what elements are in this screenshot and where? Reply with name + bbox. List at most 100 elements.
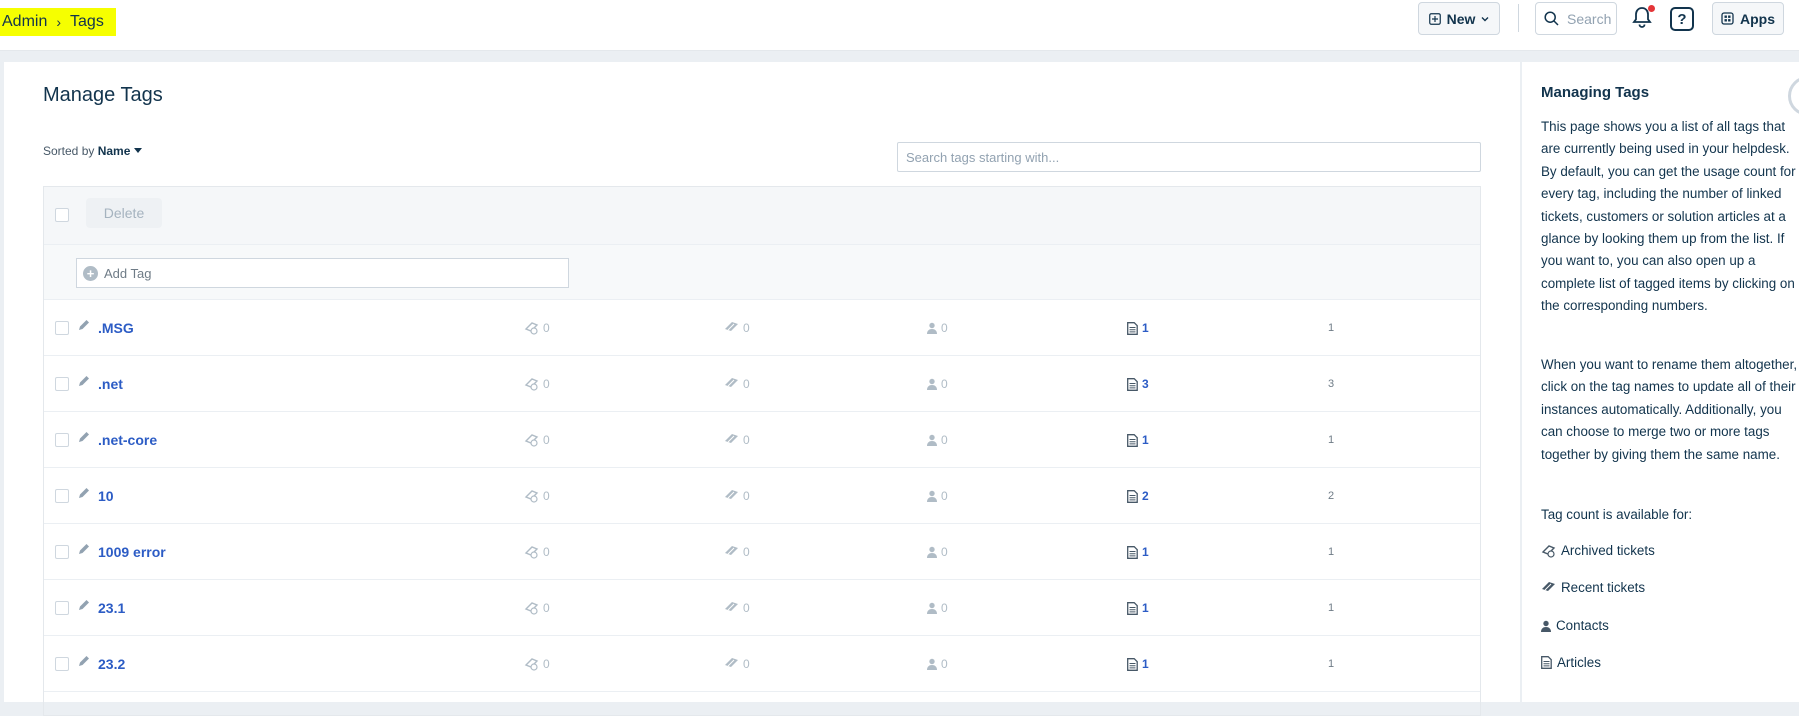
edit-tag-button[interactable] (78, 543, 90, 558)
edit-tag-button[interactable] (78, 599, 90, 614)
tag-name-link[interactable]: 23.2 (98, 656, 125, 672)
contacts-count[interactable]: 0 (927, 545, 948, 559)
apps-button[interactable]: Apps (1712, 2, 1784, 35)
row-checkbox[interactable] (55, 489, 69, 503)
recent-count[interactable]: 0 (724, 545, 750, 559)
contacts-count[interactable]: 0 (927, 433, 948, 447)
new-button-label: New (1446, 10, 1476, 27)
articles-count[interactable]: 1 (1127, 545, 1149, 559)
archived-count-value: 0 (543, 545, 550, 559)
contacts-count[interactable]: 0 (927, 321, 948, 335)
top-bar: Admin › Tags New Search ? Apps (0, 0, 1799, 51)
archived-count[interactable]: 0 (524, 433, 550, 447)
legend-archived-label: Archived tickets (1561, 543, 1655, 558)
sidebar-toggle-button[interactable] (1788, 76, 1799, 116)
recent-count[interactable]: 0 (724, 377, 750, 391)
tag-name-link[interactable]: 1009 error (98, 544, 166, 560)
archived-count[interactable]: 0 (524, 377, 550, 391)
recent-ticket-icon (1542, 581, 1555, 591)
recent-count[interactable]: 0 (724, 489, 750, 503)
row-checkbox[interactable] (55, 545, 69, 559)
row-checkbox[interactable] (55, 657, 69, 671)
archived-count[interactable]: 0 (524, 657, 550, 671)
recent-count[interactable]: 0 (724, 433, 750, 447)
article-icon (1127, 489, 1138, 503)
articles-count[interactable]: 1 (1127, 321, 1149, 335)
total-count: 1 (1328, 658, 1335, 670)
articles-count[interactable]: 2 (1127, 489, 1149, 503)
recent-ticket-icon (725, 658, 738, 667)
tag-search-input[interactable] (897, 142, 1481, 172)
legend-articles-label: Articles (1557, 655, 1601, 670)
article-icon (1127, 433, 1138, 447)
table-row: 1009 error 0 0 0 1 1 (44, 524, 1480, 580)
breadcrumb-admin-link[interactable]: Admin (2, 13, 47, 31)
sort-control[interactable]: Sorted by Name (43, 144, 143, 158)
edit-tag-button[interactable] (78, 319, 90, 334)
global-search-button[interactable]: Search (1535, 2, 1617, 35)
article-icon (1127, 545, 1138, 559)
help-button[interactable]: ? (1670, 7, 1694, 31)
archived-count[interactable]: 0 (524, 601, 550, 615)
sort-value: Name (97, 144, 131, 158)
contact-icon (927, 378, 937, 390)
edit-tag-button[interactable] (78, 655, 90, 670)
recent-count[interactable]: 0 (724, 321, 750, 335)
contacts-count-value: 0 (941, 545, 948, 559)
main-panel: Manage Tags Sorted by Name Delete + Add … (4, 62, 1520, 716)
contacts-count[interactable]: 0 (927, 657, 948, 671)
add-tag-row: + Add Tag (44, 245, 1480, 300)
row-checkbox[interactable] (55, 321, 69, 335)
tag-name-link[interactable]: .net (98, 376, 123, 392)
articles-count[interactable]: 1 (1127, 657, 1149, 671)
row-checkbox[interactable] (55, 433, 69, 447)
articles-count[interactable]: 1 (1127, 601, 1149, 615)
archived-ticket-icon (524, 490, 539, 503)
recent-count[interactable]: 0 (724, 601, 750, 615)
recent-count-value: 0 (743, 657, 750, 671)
contacts-count-value: 0 (941, 321, 948, 335)
notification-dot (1648, 5, 1655, 12)
table-row: 23.1 0 0 0 1 1 (44, 580, 1480, 636)
row-checkbox[interactable] (55, 601, 69, 615)
contacts-count[interactable]: 0 (927, 601, 948, 615)
archived-ticket-icon (524, 322, 539, 335)
edit-tag-button[interactable] (78, 487, 90, 502)
add-tag-placeholder: Add Tag (104, 265, 152, 281)
table-row: .net-core 0 0 0 1 1 (44, 412, 1480, 468)
row-checkbox[interactable] (55, 377, 69, 391)
tag-name-link[interactable]: 23.1 (98, 600, 125, 616)
select-all-checkbox[interactable] (55, 208, 69, 222)
tag-name-link[interactable]: 10 (98, 488, 114, 504)
recent-ticket-icon (725, 322, 738, 331)
edit-tag-button[interactable] (78, 375, 90, 390)
add-tag-input[interactable]: + Add Tag (76, 258, 569, 288)
contact-icon (927, 434, 937, 446)
archived-count[interactable]: 0 (524, 545, 550, 559)
recent-count-value: 0 (743, 489, 750, 503)
articles-count[interactable]: 1 (1127, 433, 1149, 447)
new-button[interactable]: New (1418, 2, 1500, 35)
apps-button-label: Apps (1740, 10, 1775, 27)
page-title: Manage Tags (43, 84, 163, 106)
legend-contacts-label: Contacts (1556, 618, 1609, 633)
archived-ticket-icon (524, 602, 539, 615)
archived-count[interactable]: 0 (524, 489, 550, 503)
recent-ticket-icon (725, 378, 738, 387)
recent-count[interactable]: 0 (724, 657, 750, 671)
contacts-count-value: 0 (941, 657, 948, 671)
tag-name-link[interactable]: .MSG (98, 320, 134, 336)
total-count: 1 (1328, 546, 1335, 558)
edit-tag-button[interactable] (78, 431, 90, 446)
contacts-count[interactable]: 0 (927, 377, 948, 391)
notifications-button[interactable] (1632, 5, 1655, 30)
tag-name-link[interactable]: .net-core (98, 432, 157, 448)
recent-count-value: 0 (743, 321, 750, 335)
archived-count[interactable]: 0 (524, 321, 550, 335)
articles-count[interactable]: 3 (1127, 377, 1149, 391)
archived-count-value: 0 (543, 601, 550, 615)
contacts-count[interactable]: 0 (927, 489, 948, 503)
delete-button[interactable]: Delete (86, 198, 162, 228)
archived-ticket-icon (524, 378, 539, 391)
contacts-count-value: 0 (941, 489, 948, 503)
